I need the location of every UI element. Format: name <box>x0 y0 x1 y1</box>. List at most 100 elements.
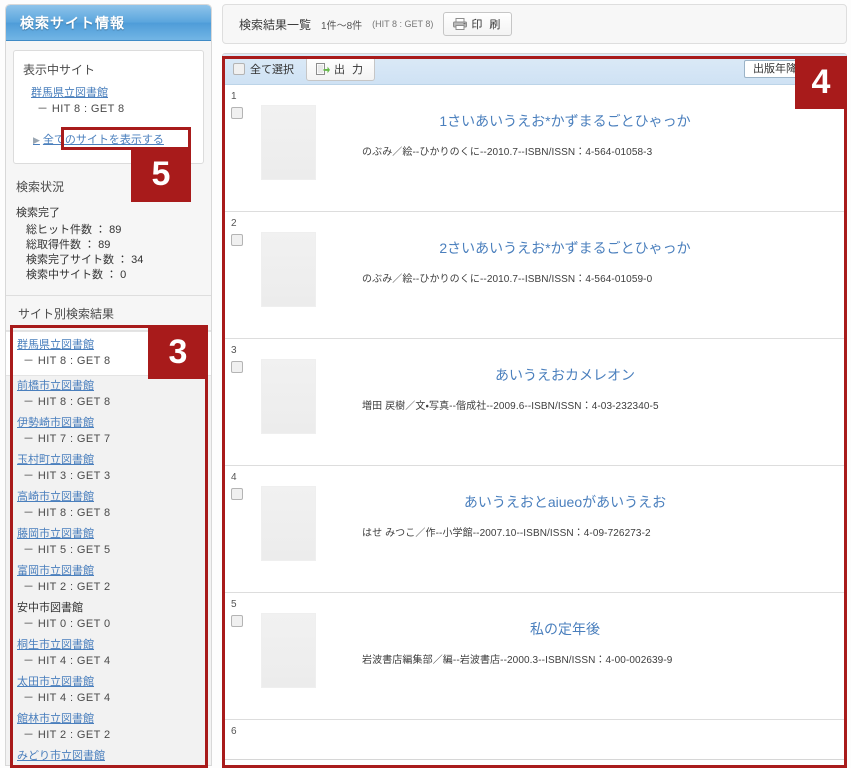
results-content: 検索結果一覧 1件～8件 (HIT 8 : GET 8) 印 刷 全て選択 出 … <box>222 4 847 766</box>
search-status-heading: 検索状況 <box>16 180 65 194</box>
select-all-checkbox[interactable] <box>233 63 245 75</box>
show-all-sites-button[interactable]: ▶ 全てのサイトを表示する <box>29 129 168 149</box>
by-site-item[interactable]: 館林市立図書館 － HIT 2 : GET 2 <box>6 709 211 746</box>
by-site-item[interactable]: 群馬県立図書館 － HIT 8 : GET 8 <box>6 331 211 376</box>
sidebar-title: 検索サイト情報 <box>20 14 125 31</box>
by-site-results-list: 群馬県立図書館 － HIT 8 : GET 8 前橋市立図書館 － HIT 8 : G… <box>6 330 211 765</box>
record-description: のぶみ／絵--ひかりのくに--2010.7--ISBN/ISSN：4-564-0… <box>362 274 653 285</box>
current-site-entry: 群馬県立図書館 － HIT 8 : GET 8 <box>23 86 194 117</box>
by-site-item[interactable]: 前橋市立図書館 － HIT 8 : GET 8 <box>6 376 211 413</box>
record-number: 1 <box>231 91 237 102</box>
current-site-label: 表示中サイト <box>23 63 96 77</box>
search-status-block: 検索状況 検索完了 総ヒット件数 ： 89 総取得件数 ： 89 検索完了サイト… <box>16 178 211 283</box>
by-site-item-name[interactable]: 館林市立図書館 <box>17 712 211 727</box>
by-site-item[interactable]: 玉村町立図書館 － HIT 3 : GET 3 <box>6 450 211 487</box>
by-site-item-name[interactable]: 太田市立図書館 <box>17 675 211 690</box>
by-site-item[interactable]: 伊勢崎市図書館 － HIT 7 : GET 7 <box>6 413 211 450</box>
export-document-icon <box>316 63 330 75</box>
record-checkbox-cell <box>231 359 251 434</box>
by-site-item-name[interactable]: 群馬県立図書館 <box>17 338 211 353</box>
by-site-item-name[interactable]: 伊勢崎市図書館 <box>17 416 211 431</box>
sort-order-control[interactable]: 出版年降順 ▼ <box>744 60 836 78</box>
record-checkbox[interactable] <box>231 107 243 119</box>
by-site-item-name[interactable]: 玉村町立図書館 <box>17 453 211 468</box>
record-title-link[interactable]: 1さいあいうえお*かずまるごとひゃっか <box>334 111 836 131</box>
by-site-item[interactable]: みどり市立図書館－ HIT 3 : GET 3 <box>6 746 211 765</box>
record-body: あいうえおカメレオン増田 戻樹／文・写真--偕成社--2009.6--ISBN/… <box>231 359 836 434</box>
status-completed-sites: 検索完了サイト数 ： 34 <box>26 254 144 266</box>
print-button[interactable]: 印 刷 <box>443 12 513 36</box>
record-title-link[interactable]: 私の定年後 <box>334 619 836 639</box>
record-title-link[interactable]: 2さいあいうえお*かずまるごとひゃっか <box>334 238 836 258</box>
current-site-link[interactable]: 群馬県立図書館 <box>31 86 194 101</box>
by-site-item-counts: － HIT 8 : GET 8 <box>23 507 111 519</box>
results-range: 1件～8件 <box>321 20 363 32</box>
page-root: 検索サイト情報 表示中サイト 群馬県立図書館 － HIT 8 : GET 8 ▶… <box>0 0 851 768</box>
record-description: のぶみ／絵--ひかりのくに--2010.7--ISBN/ISSN：4-564-0… <box>362 147 653 158</box>
by-site-item-name[interactable]: 高崎市立図書館 <box>17 490 211 505</box>
record-description: 増田 戻樹／文・写真--偕成社--2009.6--ISBN/ISSN：4-03-… <box>362 401 659 412</box>
select-all-control[interactable]: 全て選択 <box>233 61 294 77</box>
by-site-item-name[interactable]: みどり市立図書館 <box>17 749 211 764</box>
status-total-acquired: 総取得件数 ： 89 <box>26 239 111 251</box>
book-cover-thumbnail <box>261 486 316 561</box>
result-record: 1 1さいあいうえお*かずまるごとひゃっかのぶみ／絵--ひかりのくに--2010.… <box>223 85 846 212</box>
record-checkbox-cell <box>231 486 251 561</box>
current-site-panel: 表示中サイト 群馬県立図書館 － HIT 8 : GET 8 ▶ 全てのサイトを表… <box>13 50 204 164</box>
record-title-link[interactable]: あいうえおとaiueoがあいうえお <box>334 492 836 512</box>
book-cover-thumbnail <box>261 105 316 180</box>
by-site-item-counts: － HIT 3 : GET 3 <box>17 764 211 765</box>
sort-order-select[interactable]: 出版年降順 <box>744 60 836 78</box>
by-site-item-counts: － HIT 2 : GET 2 <box>23 581 111 593</box>
result-record: 4 あいうえおとaiueoがあいうえおはせ みつこ／作--小学館--2007.10… <box>223 466 846 593</box>
results-hit-summary: (HIT 8 : GET 8) <box>372 19 434 29</box>
by-site-item-counts: － HIT 3 : GET 3 <box>23 470 111 482</box>
record-number: 3 <box>231 345 237 356</box>
record-body: 私の定年後岩波書店編集部／編--岩波書店--2000.3--ISBN/ISSN：… <box>231 613 836 688</box>
by-site-item-name[interactable]: 前橋市立図書館 <box>17 379 211 394</box>
select-all-label: 全て選択 <box>250 64 294 76</box>
records-container: 1 1さいあいうえお*かずまるごとひゃっかのぶみ／絵--ひかりのくに--2010.… <box>223 85 846 720</box>
record-number: 6 <box>231 726 237 737</box>
export-button-label: 出 力 <box>334 64 366 76</box>
by-site-item[interactable]: 藤岡市立図書館 － HIT 5 : GET 5 <box>6 524 211 561</box>
record-checkbox[interactable] <box>231 615 243 627</box>
record-checkbox[interactable] <box>231 361 243 373</box>
record-body: 2さいあいうえお*かずまるごとひゃっかのぶみ／絵--ひかりのくに--2010.7… <box>231 232 836 307</box>
triangle-right-icon: ▶ <box>33 135 40 145</box>
by-site-item-name[interactable]: 藤岡市立図書館 <box>17 527 211 542</box>
record-number: 2 <box>231 218 237 229</box>
by-site-item-counts: － HIT 0 : GET 0 <box>23 618 111 630</box>
by-site-item-counts: － HIT 4 : GET 4 <box>23 692 111 704</box>
book-cover-thumbnail <box>261 232 316 307</box>
by-site-item[interactable]: 富岡市立図書館 － HIT 2 : GET 2 <box>6 561 211 598</box>
by-site-item-name[interactable]: 富岡市立図書館 <box>17 564 211 579</box>
results-actionbar: 全て選択 出 力 出版年降順 ▼ <box>223 54 846 85</box>
result-record: 5 私の定年後 岩波書店編集部／編--岩波書店--2000.3--ISBN/ISSN… <box>223 593 846 720</box>
record-checkbox-cell <box>231 613 251 688</box>
by-site-item[interactable]: 高崎市立図書館 － HIT 8 : GET 8 <box>6 487 211 524</box>
record-title-link[interactable]: あいうえおカメレオン <box>334 365 836 385</box>
record-description: 岩波書店編集部／編--岩波書店--2000.3--ISBN/ISSN：4-00-… <box>362 655 673 666</box>
record-checkbox[interactable] <box>231 234 243 246</box>
by-site-item-counts: － HIT 8 : GET 8 <box>23 396 111 408</box>
record-meta: あいうえおとaiueoがあいうえおはせ みつこ／作--小学館--2007.10-… <box>316 486 836 561</box>
by-site-item[interactable]: 太田市立図書館 － HIT 4 : GET 4 <box>6 672 211 709</box>
record-body: あいうえおとaiueoがあいうえおはせ みつこ／作--小学館--2007.10-… <box>231 486 836 561</box>
by-site-item-counts: － HIT 5 : GET 5 <box>23 544 111 556</box>
status-searching-sites: 検索中サイト数 ： 0 <box>26 269 127 281</box>
printer-icon <box>453 18 468 30</box>
by-site-item[interactable]: 安中市図書館 － HIT 0 : GET 0 <box>6 598 211 635</box>
by-site-item[interactable]: 桐生市立図書館 － HIT 4 : GET 4 <box>6 635 211 672</box>
record-number: 4 <box>231 472 237 483</box>
record-checkbox[interactable] <box>231 488 243 500</box>
book-cover-thumbnail <box>261 613 316 688</box>
by-site-item-name[interactable]: 桐生市立図書館 <box>17 638 211 653</box>
by-site-item-counts: － HIT 4 : GET 4 <box>23 655 111 667</box>
search-site-info-sidebar: 検索サイト情報 表示中サイト 群馬県立図書館 － HIT 8 : GET 8 ▶… <box>5 4 212 766</box>
export-button[interactable]: 出 力 <box>306 57 376 81</box>
by-site-item-counts: － HIT 7 : GET 7 <box>23 433 111 445</box>
results-list-title: 検索結果一覧 <box>239 17 312 32</box>
record-description: はせ みつこ／作--小学館--2007.10--ISBN/ISSN：4-09-7… <box>362 528 651 539</box>
result-record: 3 あいうえおカメレオン増田 戻樹／文・写真--偕成社--2009.6--ISBN… <box>223 339 846 466</box>
